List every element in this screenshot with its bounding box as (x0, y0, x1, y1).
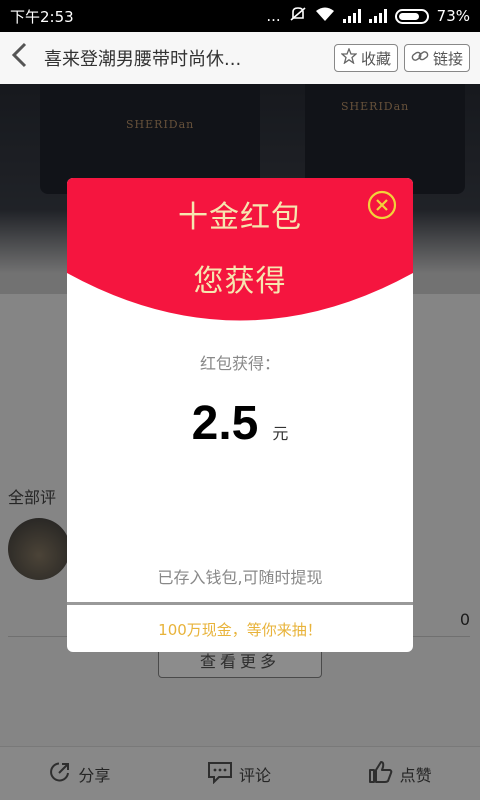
star-icon (340, 47, 358, 68)
favorite-label: 收藏 (360, 49, 391, 68)
promo-link[interactable]: 100万现金，等你来抽！ (67, 606, 413, 652)
modal-header: 十金红包 您获得 (67, 178, 413, 328)
product-title: 喜来登潮男腰带时尚休... (44, 49, 242, 70)
modal-title: 十金红包 (178, 200, 302, 235)
currency-unit: 元 (272, 424, 289, 443)
nav-bar: 喜来登潮男腰带时尚休... 收藏 链接 (0, 32, 480, 84)
red-packet-amount: 2.5 (191, 397, 259, 450)
status-bar: 下午2:53 ... 73% (0, 0, 480, 32)
modal-divider (67, 602, 413, 605)
status-dots: ... (266, 7, 281, 25)
red-packet-modal: 十金红包 您获得 红包获得： 2.5 元 已存入钱包,可随时提现 100万现金，… (67, 178, 413, 652)
status-icons: ... 73% (266, 6, 470, 26)
signal-icon (342, 9, 361, 23)
mute-icon (289, 6, 307, 26)
battery-percent: 73% (436, 7, 470, 25)
close-icon[interactable] (367, 190, 397, 220)
favorite-button[interactable]: 收藏 (333, 44, 398, 72)
got-label: 红包获得： (199, 354, 280, 373)
status-time: 下午2:53 (10, 7, 74, 26)
amount-row: 2.5 元 (67, 396, 413, 451)
link-label: 链接 (432, 49, 463, 68)
signal-icon-2 (368, 9, 387, 23)
modal-subtitle: 您获得 (193, 264, 287, 299)
link-icon (411, 48, 429, 68)
wifi-icon (315, 6, 335, 26)
link-button[interactable]: 链接 (403, 44, 470, 72)
saved-note: 已存入钱包,可随时提现 (157, 568, 323, 587)
back-arrow-icon[interactable] (10, 42, 40, 74)
battery-icon (394, 8, 429, 24)
